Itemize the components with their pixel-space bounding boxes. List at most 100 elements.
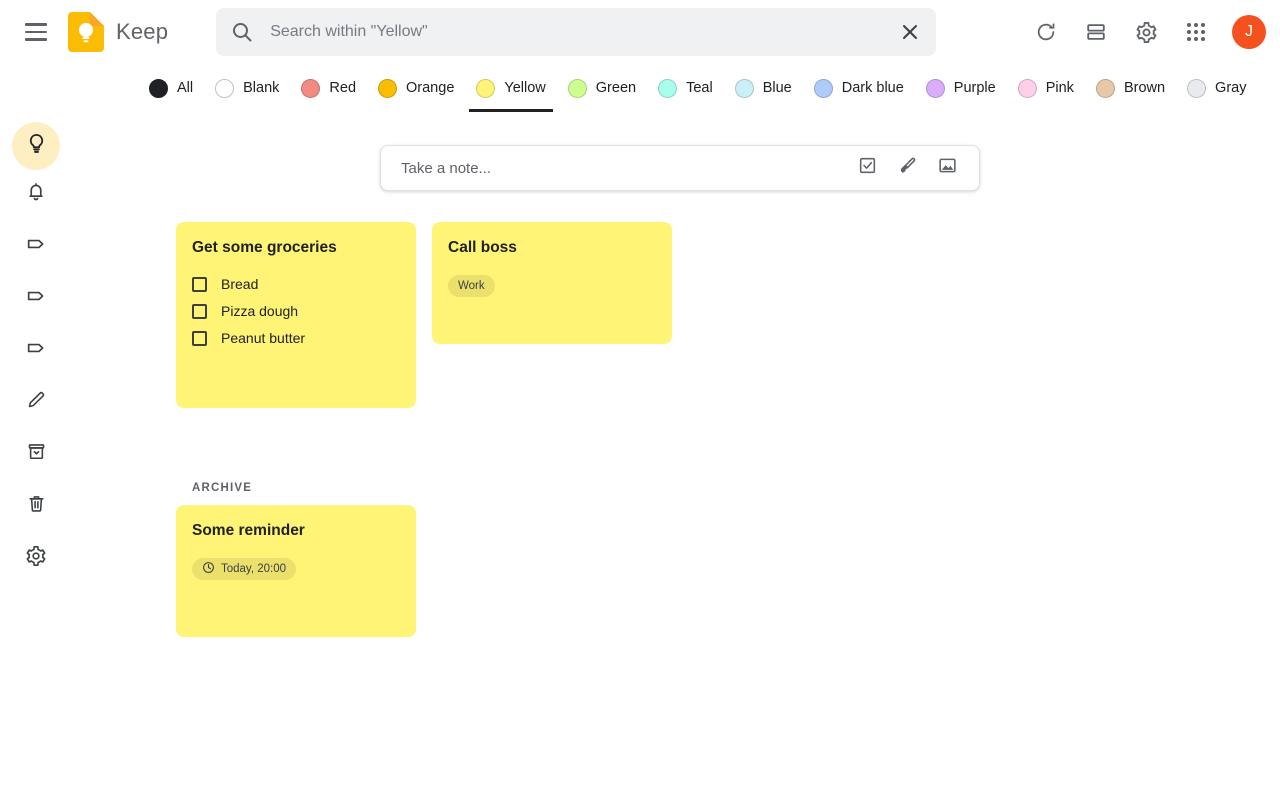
sidebar-item-archive[interactable] (12, 430, 60, 478)
note-label-text: Work (458, 280, 485, 292)
color-filter-label: Blank (243, 80, 279, 96)
label-tag-icon (25, 233, 47, 260)
checkbox-icon[interactable] (192, 331, 207, 346)
color-filter-yellow[interactable]: Yellow (465, 64, 556, 112)
search-input[interactable] (270, 23, 898, 41)
color-filter-all[interactable]: All (138, 64, 204, 112)
sidebar-item-settings[interactable] (12, 534, 60, 582)
app-title: Keep (116, 19, 168, 45)
list-item[interactable]: Pizza dough (192, 303, 400, 319)
sidebar-item-edit-labels[interactable] (12, 378, 60, 426)
new-drawing-button[interactable] (887, 148, 927, 188)
trash-icon (26, 493, 47, 519)
note-composer[interactable] (380, 145, 980, 191)
color-filter-teal[interactable]: Teal (647, 64, 724, 112)
checkbox-list-icon (857, 155, 878, 181)
color-swatch-icon (814, 79, 833, 98)
note-title: Call boss (448, 238, 656, 258)
new-list-button[interactable] (847, 148, 887, 188)
color-filter-purple[interactable]: Purple (915, 64, 1007, 112)
color-filter-label: Red (329, 80, 356, 96)
note-checklist: Bread Pizza dough Peanut butter (192, 276, 400, 346)
checklist-item-label: Pizza dough (221, 303, 298, 319)
search-icon (230, 20, 254, 44)
refresh-button[interactable] (1024, 10, 1068, 54)
color-filter-red[interactable]: Red (290, 64, 367, 112)
sidebar-item-label-3[interactable] (12, 326, 60, 374)
label-tag-icon (25, 285, 47, 312)
note-label-chip[interactable]: Work (448, 275, 495, 297)
app-logo-home-link[interactable]: Keep (68, 12, 168, 52)
checkbox-icon[interactable] (192, 304, 207, 319)
color-swatch-icon (658, 79, 677, 98)
color-filter-label: Pink (1046, 80, 1074, 96)
bell-icon (25, 181, 47, 208)
color-swatch-icon (926, 79, 945, 98)
list-view-button[interactable] (1074, 10, 1118, 54)
clock-icon (202, 561, 215, 577)
color-filter-pink[interactable]: Pink (1007, 64, 1085, 112)
image-icon (937, 155, 958, 181)
color-swatch-icon (149, 79, 168, 98)
color-filter-blue[interactable]: Blue (724, 64, 803, 112)
top-app-bar: Keep (0, 0, 1280, 64)
sidebar-item-reminders[interactable] (12, 170, 60, 218)
color-filter-label: Brown (1124, 80, 1165, 96)
list-item[interactable]: Bread (192, 276, 400, 292)
apps-grid-button[interactable] (1174, 10, 1218, 54)
sidebar-item-notes[interactable] (12, 122, 60, 170)
note-reminder-text: Today, 20:00 (221, 563, 286, 575)
color-filter-orange[interactable]: Orange (367, 64, 465, 112)
color-filter-label: Green (596, 80, 636, 96)
note-title: Get some groceries (192, 238, 400, 258)
apps-grid-icon (1187, 23, 1205, 41)
color-swatch-icon (1187, 79, 1206, 98)
color-filter-gray[interactable]: Gray (1176, 64, 1257, 112)
note-title: Some reminder (192, 521, 400, 541)
avatar[interactable]: J (1232, 15, 1266, 49)
color-filter-label: Dark blue (842, 80, 904, 96)
sidebar-item-label-2[interactable] (12, 274, 60, 322)
note-card[interactable]: Get some groceries Bread Pizza dough Pea… (176, 222, 416, 408)
color-swatch-icon (301, 79, 320, 98)
color-filter-green[interactable]: Green (557, 64, 647, 112)
color-filter-label: All (177, 80, 193, 96)
note-card[interactable]: Call boss Work (432, 222, 672, 344)
list-item[interactable]: Peanut butter (192, 330, 400, 346)
gear-icon (25, 545, 47, 572)
color-swatch-icon (1096, 79, 1115, 98)
color-swatch-icon (568, 79, 587, 98)
sidebar-item-label-1[interactable] (12, 222, 60, 270)
pencil-icon (26, 389, 47, 415)
note-reminder-chip[interactable]: Today, 20:00 (192, 558, 296, 580)
note-card[interactable]: Some reminder Today, 20:00 (176, 505, 416, 637)
checklist-item-label: Bread (221, 276, 258, 292)
color-filter-brown[interactable]: Brown (1085, 64, 1176, 112)
brush-icon (897, 155, 918, 181)
color-filter-label: Orange (406, 80, 454, 96)
color-swatch-icon (735, 79, 754, 98)
color-swatch-icon (378, 79, 397, 98)
hamburger-menu-icon[interactable] (14, 10, 58, 54)
color-swatch-icon (215, 79, 234, 98)
close-icon[interactable] (898, 20, 922, 44)
settings-button[interactable] (1124, 10, 1168, 54)
sidebar-item-trash[interactable] (12, 482, 60, 530)
color-swatch-icon (476, 79, 495, 98)
color-filter-label: Gray (1215, 80, 1246, 96)
search-bar[interactable] (216, 8, 936, 56)
color-filter-dark-blue[interactable]: Dark blue (803, 64, 915, 112)
take-a-note-input[interactable] (401, 160, 847, 177)
color-swatch-icon (1018, 79, 1037, 98)
new-image-button[interactable] (927, 148, 967, 188)
topbar-actions: J (1024, 10, 1280, 54)
checkbox-icon[interactable] (192, 277, 207, 292)
color-filter-label: Purple (954, 80, 996, 96)
color-filter-label: Yellow (504, 80, 545, 96)
keep-lightbulb-icon (68, 12, 104, 52)
archive-section-label: ARCHIVE (192, 482, 252, 494)
color-filter-blank[interactable]: Blank (204, 64, 290, 112)
color-filter-label: Blue (763, 80, 792, 96)
checklist-item-label: Peanut butter (221, 330, 305, 346)
label-tag-icon (25, 337, 47, 364)
